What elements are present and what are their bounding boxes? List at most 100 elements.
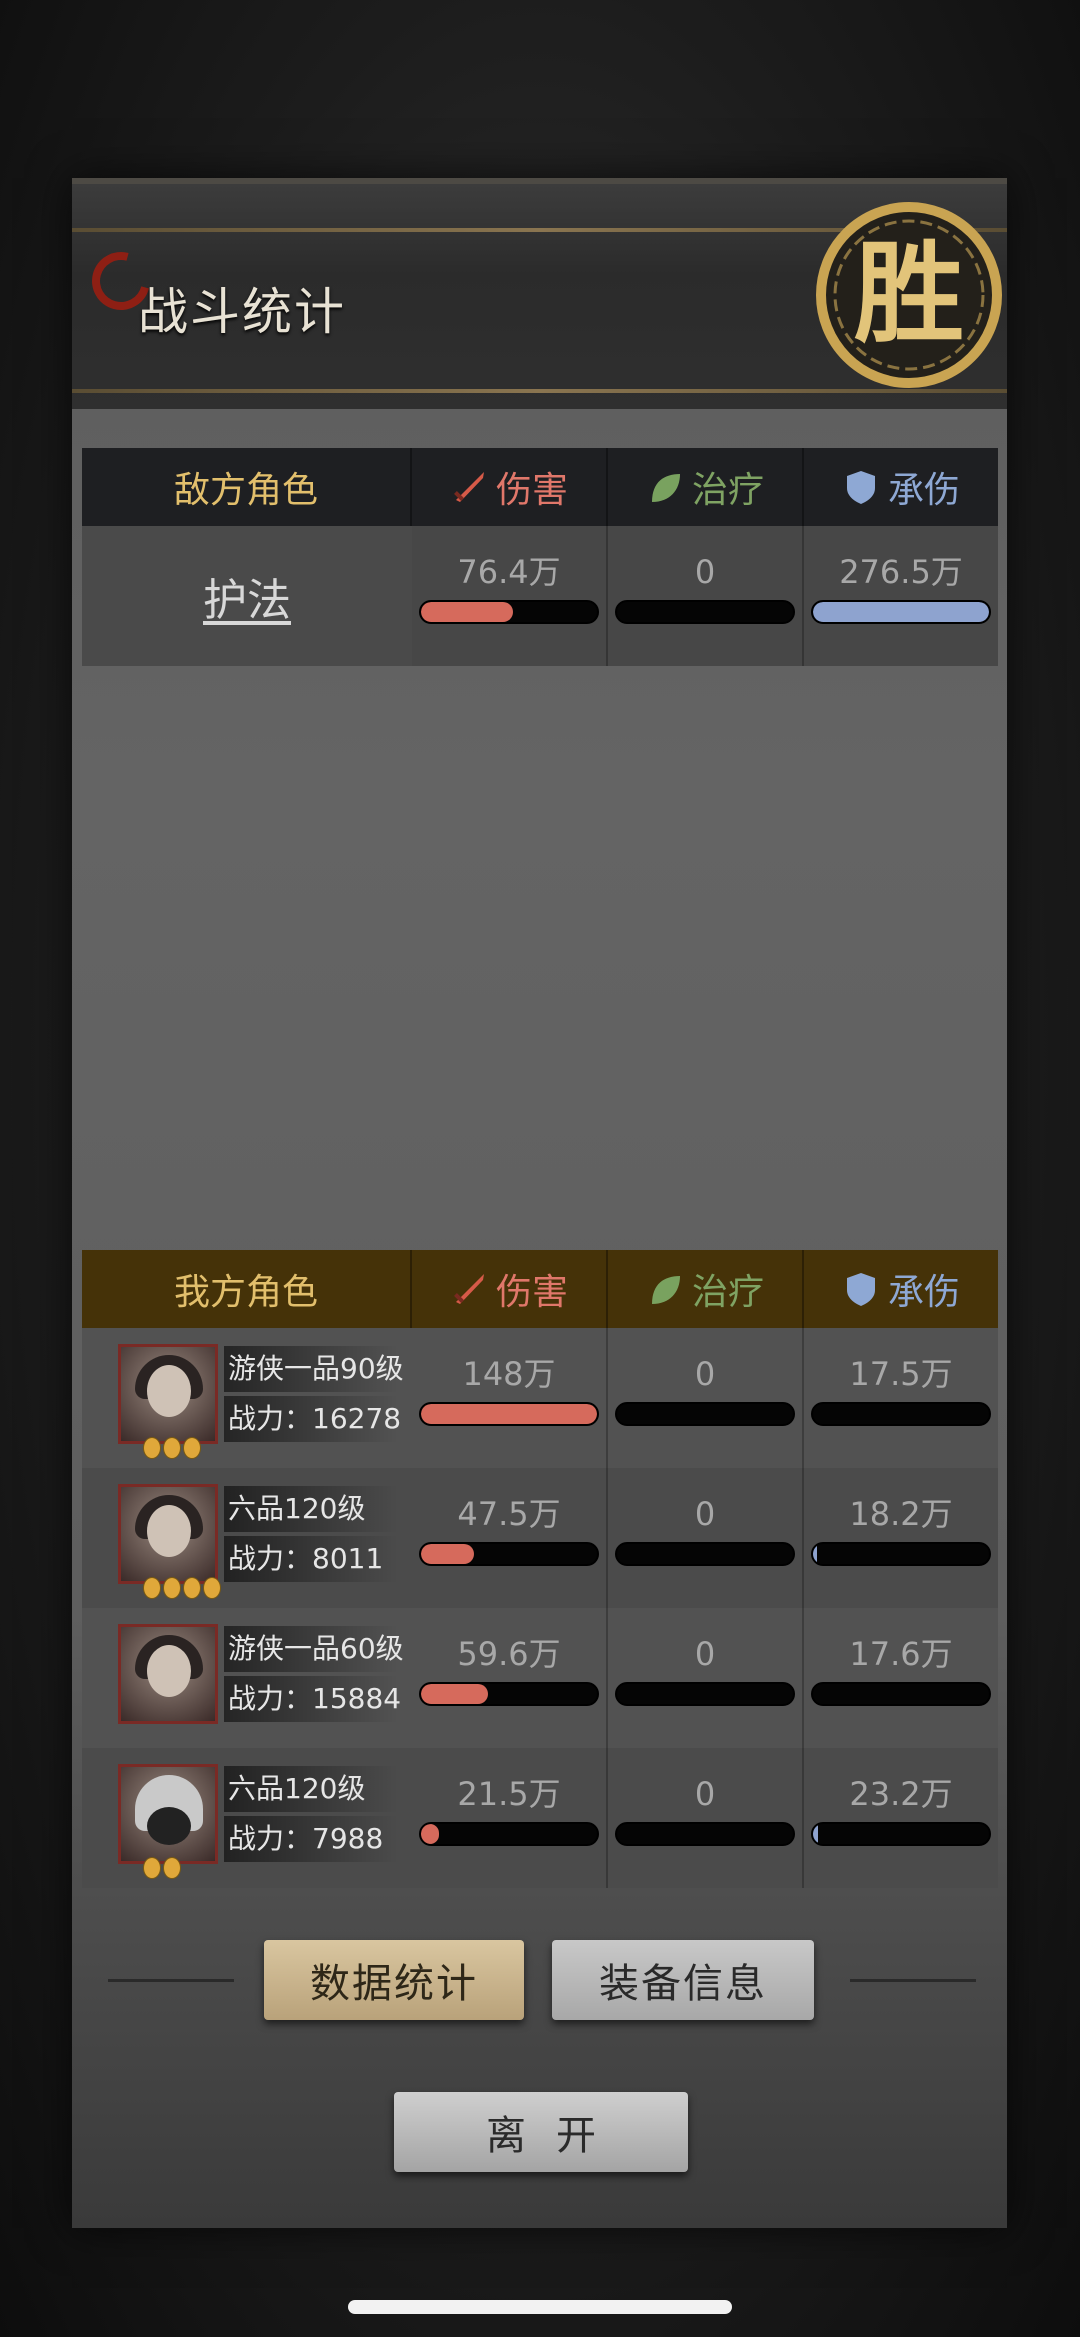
hero-power: 战力：16278 bbox=[224, 1396, 401, 1442]
tank-value: 17.5万 bbox=[849, 1355, 953, 1393]
hero-cell: 六品120级 战力：8011 bbox=[82, 1468, 412, 1608]
hero-stars bbox=[143, 1857, 183, 1879]
hero-power: 战力：15884 bbox=[224, 1676, 401, 1722]
sword-icon bbox=[454, 1274, 484, 1304]
hero-portrait[interactable] bbox=[118, 1764, 218, 1879]
hero-portrait[interactable] bbox=[118, 1484, 221, 1599]
damage-bar-fill bbox=[421, 1404, 597, 1424]
damage-bar-fill bbox=[421, 1684, 488, 1704]
tank-label: 承伤 bbox=[887, 1272, 960, 1313]
damage-label: 伤害 bbox=[495, 470, 568, 511]
heal-value: 0 bbox=[694, 1495, 716, 1533]
damage-label: 伤害 bbox=[495, 1272, 568, 1313]
enemy-table-header: 敌方角色 伤害 治疗 承伤 bbox=[82, 448, 998, 526]
star-icon bbox=[163, 1857, 181, 1879]
star-icon bbox=[163, 1437, 181, 1459]
hero-stars bbox=[143, 1577, 223, 1599]
hero-cell: 游侠一品90级 战力：16278 bbox=[82, 1328, 412, 1468]
tank-label: 承伤 bbox=[887, 470, 960, 511]
damage-bar bbox=[419, 600, 599, 624]
heal-cell: 0 bbox=[608, 1328, 804, 1468]
damage-bar bbox=[419, 1402, 599, 1426]
hero-cell: 六品120级 战力：7988 bbox=[82, 1748, 412, 1888]
star-icon bbox=[203, 1577, 221, 1599]
tank-bar bbox=[811, 1542, 991, 1566]
equipment-info-button[interactable]: 装备信息 bbox=[552, 1940, 814, 2020]
hero-portrait[interactable] bbox=[118, 1344, 218, 1459]
hero-face bbox=[147, 1365, 191, 1417]
damage-bar bbox=[419, 1542, 599, 1566]
enemy-name-cell: 护法 bbox=[82, 526, 412, 666]
damage-bar bbox=[419, 1682, 599, 1706]
star-icon bbox=[143, 1437, 161, 1459]
tank-bar-fill bbox=[813, 602, 989, 622]
enemy-damage-cell: 76.4万 bbox=[412, 526, 608, 666]
tank-value: 276.5万 bbox=[839, 553, 963, 591]
tank-cell: 18.2万 bbox=[804, 1468, 998, 1608]
home-indicator[interactable] bbox=[348, 2300, 732, 2314]
enemy-tank-header: 承伤 bbox=[804, 448, 998, 526]
tank-cell: 17.6万 bbox=[804, 1608, 998, 1748]
tank-bar-fill bbox=[813, 1824, 819, 1844]
victory-stamp-text: 胜 bbox=[854, 229, 964, 358]
ally-table-header: 我方角色 伤害 治疗 承伤 bbox=[82, 1250, 998, 1328]
heal-bar bbox=[615, 1682, 795, 1706]
damage-bar-fill bbox=[421, 1544, 474, 1564]
heal-label: 治疗 bbox=[691, 470, 764, 511]
damage-cell: 148万 bbox=[412, 1328, 608, 1468]
hero-face bbox=[147, 1807, 191, 1845]
divider-right bbox=[850, 1979, 976, 1982]
tank-value: 18.2万 bbox=[849, 1495, 953, 1533]
shield-icon bbox=[846, 1273, 875, 1306]
hero-rank: 游侠一品90级 bbox=[224, 1346, 404, 1392]
ally-row: 游侠一品90级 战力：16278 148万 0 17.5万 bbox=[82, 1328, 998, 1468]
damage-value: 47.5万 bbox=[457, 1495, 561, 1533]
damage-value: 76.4万 bbox=[457, 553, 561, 591]
heal-cell: 0 bbox=[608, 1608, 804, 1748]
heal-value: 0 bbox=[694, 1635, 716, 1673]
heal-value: 0 bbox=[694, 1775, 716, 1813]
ally-tank-header: 承伤 bbox=[804, 1250, 998, 1328]
enemy-row: 护法 76.4万 0 276.5万 bbox=[82, 526, 998, 666]
heal-label: 治疗 bbox=[691, 1272, 764, 1313]
leave-button[interactable]: 离开 bbox=[394, 2092, 688, 2172]
heal-bar bbox=[615, 1542, 795, 1566]
enemy-heal-header: 治疗 bbox=[608, 448, 804, 526]
leaf-icon bbox=[651, 474, 680, 502]
heal-cell: 0 bbox=[608, 1748, 804, 1888]
tank-bar bbox=[811, 1402, 991, 1426]
tank-bar-fill bbox=[813, 1544, 817, 1564]
star-icon bbox=[183, 1577, 201, 1599]
hero-info: 六品120级 战力：7988 bbox=[224, 1764, 398, 1862]
enemy-damage-header: 伤害 bbox=[412, 448, 608, 526]
tank-value: 17.6万 bbox=[849, 1635, 953, 1673]
heal-bar bbox=[615, 1402, 795, 1426]
damage-value: 21.5万 bbox=[457, 1775, 561, 1813]
star-icon bbox=[183, 1437, 201, 1459]
page-title: 战斗统计 bbox=[138, 283, 346, 341]
heal-value: 0 bbox=[694, 553, 716, 591]
heal-bar bbox=[615, 1822, 795, 1846]
damage-cell: 47.5万 bbox=[412, 1468, 608, 1608]
hero-power: 战力：7988 bbox=[224, 1816, 398, 1862]
enemy-name-link[interactable]: 护法 bbox=[203, 564, 291, 628]
hero-portrait[interactable] bbox=[118, 1624, 218, 1724]
enemy-tank-cell: 276.5万 bbox=[804, 526, 998, 666]
hero-info: 游侠一品90级 战力：16278 bbox=[224, 1344, 404, 1442]
star-icon bbox=[143, 1577, 161, 1599]
hero-info: 六品120级 战力：8011 bbox=[224, 1484, 398, 1582]
tank-bar bbox=[811, 600, 991, 624]
enemy-heal-cell: 0 bbox=[608, 526, 804, 666]
ally-role-header: 我方角色 bbox=[82, 1250, 412, 1328]
hero-power: 战力：8011 bbox=[224, 1536, 398, 1582]
hero-cell: 游侠一品60级 战力：15884 bbox=[82, 1608, 412, 1748]
victory-stamp: 胜 bbox=[816, 202, 1002, 388]
hero-info: 游侠一品60级 战力：15884 bbox=[224, 1624, 404, 1722]
tank-value: 23.2万 bbox=[849, 1775, 953, 1813]
heal-bar bbox=[615, 600, 795, 624]
damage-cell: 21.5万 bbox=[412, 1748, 608, 1888]
shield-icon bbox=[846, 471, 875, 504]
hero-rank: 六品120级 bbox=[224, 1486, 398, 1532]
data-stats-button[interactable]: 数据统计 bbox=[264, 1940, 524, 2020]
hero-stars bbox=[143, 1437, 203, 1459]
